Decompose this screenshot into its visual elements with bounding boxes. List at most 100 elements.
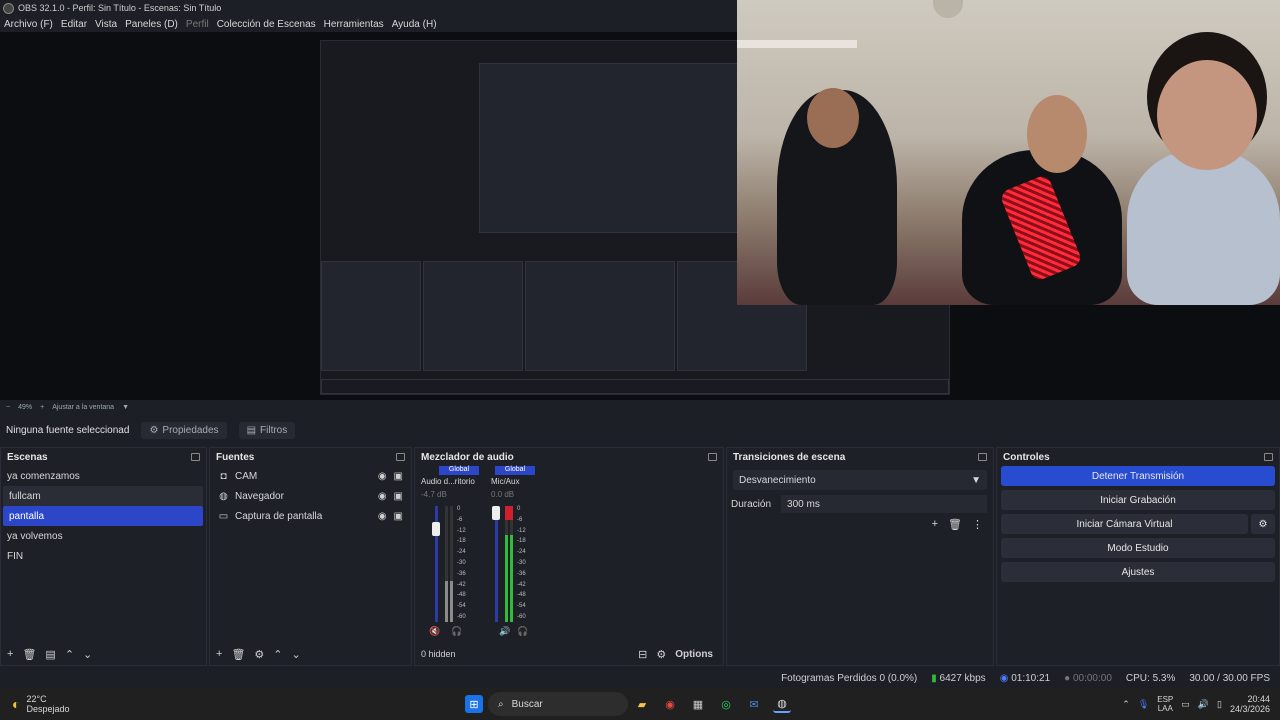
clock[interactable]: 20:44 24/3/2026 xyxy=(1230,694,1270,714)
transition-select[interactable]: Desvanecimiento ▼ xyxy=(733,470,987,490)
link-icon[interactable]: ⚙ xyxy=(656,648,666,661)
chrome-icon[interactable]: ◉ xyxy=(661,695,679,713)
trash-icon[interactable]: 🗑 xyxy=(231,648,245,661)
virtual-cam-button[interactable]: Iniciar Cámara Virtual xyxy=(1001,514,1248,534)
weather-moon-icon: ◐ xyxy=(12,696,21,712)
zoom-minus-icon[interactable]: − xyxy=(6,404,10,411)
menu-herramientas[interactable]: Herramientas xyxy=(324,19,384,30)
add-icon[interactable]: + xyxy=(932,518,938,531)
duration-input[interactable]: 300 ms xyxy=(781,495,987,513)
speaker-icon[interactable]: 🔊 xyxy=(499,626,510,637)
windows-start-icon[interactable]: ⊞ xyxy=(465,695,483,713)
transition-toolbar: + 🗑 ⋮ xyxy=(727,518,993,531)
add-icon[interactable]: + xyxy=(216,648,222,660)
move-down-icon[interactable]: ⌄ xyxy=(292,648,301,661)
dock-float-icon[interactable] xyxy=(396,453,405,461)
lock-icon[interactable]: ▣ xyxy=(394,471,403,482)
channel-name[interactable]: Mic/Aux xyxy=(491,477,611,486)
whatsapp-icon[interactable]: ◎ xyxy=(717,695,735,713)
eye-icon[interactable]: ◉ xyxy=(378,491,387,502)
mixer-toolbar: 0 hidden ⊟ ⚙ Options xyxy=(415,645,723,663)
headphones-icon[interactable]: 🎧 xyxy=(517,626,528,637)
scene-item[interactable]: fullcam xyxy=(3,486,203,506)
filter-icon[interactable]: ▤ xyxy=(45,648,55,661)
rec-time: ● 00:00:00 xyxy=(1064,673,1112,684)
filters-button[interactable]: ▤ Filtros xyxy=(238,421,296,439)
trash-icon[interactable]: 🗑 xyxy=(22,648,36,661)
more-icon[interactable]: ⋮ xyxy=(972,518,983,531)
gear-icon[interactable]: ⚙ xyxy=(254,648,264,661)
meter-scale-label: -60 xyxy=(457,614,466,620)
volume-icon[interactable]: 🔊 xyxy=(1198,699,1209,710)
menu-paneles[interactable]: Paneles (D) xyxy=(125,19,178,30)
zoom-level: 49% xyxy=(18,403,33,411)
stop-stream-button[interactable]: Detener Transmisión xyxy=(1001,466,1275,486)
chevron-down-icon[interactable]: ▼ xyxy=(122,404,129,411)
mail-icon[interactable]: ✉ xyxy=(745,695,763,713)
search-box[interactable]: ⌕ Buscar xyxy=(488,692,628,716)
add-icon[interactable]: + xyxy=(7,648,13,660)
meter-scale-label: -6 xyxy=(457,516,463,523)
start-recording-button[interactable]: Iniciar Grabación xyxy=(1001,490,1275,510)
webcam-feed xyxy=(737,0,1280,305)
dock-float-icon[interactable] xyxy=(708,453,717,461)
chevron-up-icon[interactable]: ⌃ xyxy=(1122,699,1130,710)
gear-icon[interactable]: ⚙ xyxy=(1251,514,1275,534)
scene-item[interactable]: ya volvemos xyxy=(1,526,206,546)
eye-icon[interactable]: ◉ xyxy=(378,471,387,482)
weather-desc: Despejado xyxy=(26,704,70,714)
dock-float-icon[interactable] xyxy=(1264,453,1273,461)
source-item[interactable]: ▭ Captura de pantalla ◉ ▣ xyxy=(210,506,411,526)
lock-icon[interactable]: ▣ xyxy=(394,491,403,502)
dock-float-icon[interactable] xyxy=(191,453,200,461)
battery-icon[interactable]: ▯ xyxy=(1217,699,1222,710)
options-button[interactable]: Options xyxy=(675,649,713,660)
mute-icon[interactable]: 🔇 xyxy=(429,626,440,637)
clip-indicator xyxy=(505,506,513,520)
meter-scale-label: -24 xyxy=(517,549,526,556)
monitor-icon: ▭ xyxy=(218,510,229,522)
source-item[interactable]: ◘ CAM ◉ ▣ xyxy=(210,466,411,486)
transition-value: Desvanecimiento xyxy=(739,474,816,486)
menu-archivo[interactable]: Archivo (F) xyxy=(4,19,53,30)
mic-icon[interactable]: 🎙 xyxy=(1138,699,1149,710)
trash-icon[interactable]: 🗑 xyxy=(948,518,962,531)
menu-editar[interactable]: Editar xyxy=(61,19,87,30)
layout-icon[interactable]: ⊟ xyxy=(638,648,647,661)
zoom-plus-icon[interactable]: + xyxy=(40,404,44,411)
move-up-icon[interactable]: ⌃ xyxy=(65,648,74,661)
menu-perfil[interactable]: Perfil xyxy=(186,19,209,30)
level-bar xyxy=(450,506,453,622)
sources-dock: Fuentes ◘ CAM ◉ ▣ ◍ Navegador ◉ ▣ ▭ Captur… xyxy=(209,447,412,666)
dock-float-icon[interactable] xyxy=(978,453,987,461)
scene-item[interactable]: ya comenzamos xyxy=(1,466,206,486)
meter-scale-label: -36 xyxy=(517,570,526,577)
volume-slider-knob[interactable] xyxy=(432,522,440,536)
obs-taskbar-icon[interactable]: ◍ xyxy=(773,695,791,713)
move-down-icon[interactable]: ⌄ xyxy=(83,648,92,661)
network-icon[interactable]: ▭ xyxy=(1181,699,1190,710)
properties-button[interactable]: ⚙ Propiedades xyxy=(141,421,227,439)
source-toolbar: Ninguna fuente seleccionad ⚙ Propiedades … xyxy=(0,418,1280,442)
source-name: CAM xyxy=(235,470,258,482)
settings-button[interactable]: Ajustes xyxy=(1001,562,1275,582)
move-up-icon[interactable]: ⌃ xyxy=(273,648,282,661)
scene-item-selected[interactable]: pantalla xyxy=(3,506,203,526)
file-explorer-icon[interactable]: ▰ xyxy=(633,695,651,713)
headphones-icon[interactable]: 🎧 xyxy=(451,626,462,637)
bitrate-value: 6427 kbps xyxy=(939,672,986,684)
lock-icon[interactable]: ▣ xyxy=(394,511,403,522)
source-item[interactable]: ◍ Navegador ◉ ▣ xyxy=(210,486,411,506)
scene-item[interactable]: FIN xyxy=(1,546,206,566)
language-indicator[interactable]: ESP LAA xyxy=(1157,695,1173,713)
stream-icon: ◉ xyxy=(999,672,1009,684)
menu-ayuda[interactable]: Ayuda (H) xyxy=(392,19,437,30)
menu-coleccion[interactable]: Colección de Escenas xyxy=(217,19,316,30)
volume-slider-knob[interactable] xyxy=(492,506,500,520)
weather-widget[interactable]: ◐ 22°C Despejado xyxy=(0,694,460,714)
eye-icon[interactable]: ◉ xyxy=(378,511,387,522)
studio-mode-button[interactable]: Modo Estudio xyxy=(1001,538,1275,558)
fit-window-label[interactable]: Ajustar a la ventana xyxy=(52,404,114,411)
menu-vista[interactable]: Vista xyxy=(95,19,117,30)
store-icon[interactable]: ▦ xyxy=(689,695,707,713)
